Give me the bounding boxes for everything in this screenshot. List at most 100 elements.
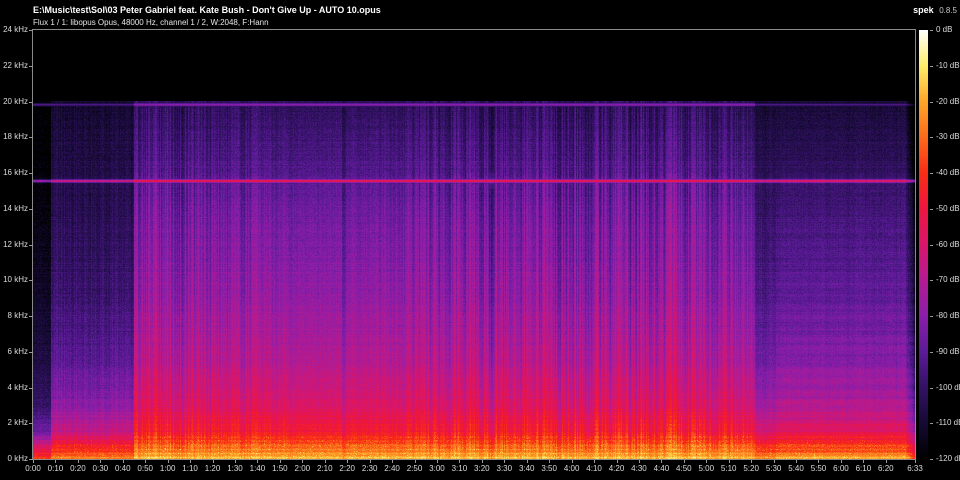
spek-window: E:\Music\test\Sol\03 Peter Gabriel feat.…: [0, 0, 960, 480]
freq-tick-label: 20 kHz: [2, 97, 28, 106]
freq-tick: [29, 137, 33, 138]
time-tick: [774, 460, 775, 463]
time-tick: [549, 460, 550, 463]
app-name: spek: [913, 5, 934, 15]
db-tick: [930, 245, 933, 246]
freq-tick: [29, 352, 33, 353]
time-tick: [796, 460, 797, 463]
db-tick-label: -50 dB: [936, 204, 960, 213]
db-tick-label: -110 dB: [936, 418, 960, 427]
freq-tick: [29, 66, 33, 67]
time-tick: [729, 460, 730, 463]
db-tick-label: -30 dB: [936, 132, 960, 141]
time-tick: [706, 460, 707, 463]
time-tick: [235, 460, 236, 463]
db-tick: [930, 388, 933, 389]
time-tick: [572, 460, 573, 463]
freq-tick: [29, 280, 33, 281]
db-tick-label: 0 dB: [936, 25, 952, 34]
app-version: spek 0.8.5: [913, 5, 957, 15]
db-tick: [930, 423, 933, 424]
time-tick: [123, 460, 124, 463]
db-tick-label: -80 dB: [936, 311, 960, 320]
freq-tick-label: 12 kHz: [2, 240, 28, 249]
db-tick: [930, 209, 933, 210]
freq-tick-label: 6 kHz: [2, 347, 28, 356]
time-tick: [257, 460, 258, 463]
db-tick: [930, 280, 933, 281]
db-tick-label: -10 dB: [936, 61, 960, 70]
app-version-number: 0.8.5: [939, 6, 957, 15]
time-tick: [841, 460, 842, 463]
spectrogram-canvas: [33, 30, 915, 459]
freq-tick-label: 2 kHz: [2, 418, 28, 427]
db-tick: [930, 459, 933, 460]
time-tick-label: 6:33: [900, 464, 930, 473]
freq-tick-label: 24 kHz: [2, 25, 28, 34]
time-tick: [527, 460, 528, 463]
db-tick-label: -20 dB: [936, 97, 960, 106]
time-tick: [482, 460, 483, 463]
time-tick: [325, 460, 326, 463]
db-tick: [930, 173, 933, 174]
freq-tick-label: 16 kHz: [2, 168, 28, 177]
freq-tick: [29, 209, 33, 210]
freq-tick: [29, 423, 33, 424]
stream-info: Flux 1 / 1: libopus Opus, 48000 Hz, chan…: [33, 18, 269, 27]
time-tick: [392, 460, 393, 463]
freq-tick-label: 8 kHz: [2, 311, 28, 320]
freq-tick: [29, 388, 33, 389]
time-tick: [190, 460, 191, 463]
db-tick: [930, 137, 933, 138]
time-tick: [33, 460, 34, 463]
db-tick: [930, 30, 933, 31]
time-tick: [684, 460, 685, 463]
db-colorbar: [919, 30, 928, 459]
freq-tick: [29, 245, 33, 246]
time-tick: [347, 460, 348, 463]
db-tick: [930, 102, 933, 103]
db-tick-label: -40 dB: [936, 168, 960, 177]
db-tick: [930, 352, 933, 353]
time-tick: [617, 460, 618, 463]
db-tick-label: -120 dB: [936, 454, 960, 463]
time-tick: [78, 460, 79, 463]
time-tick: [915, 460, 916, 463]
time-tick: [661, 460, 662, 463]
freq-tick: [29, 102, 33, 103]
freq-tick-label: 10 kHz: [2, 275, 28, 284]
time-tick: [863, 460, 864, 463]
time-tick: [100, 460, 101, 463]
time-tick: [55, 460, 56, 463]
db-tick-label: -100 dB: [936, 383, 960, 392]
time-tick: [302, 460, 303, 463]
file-path-title: E:\Music\test\Sol\03 Peter Gabriel feat.…: [33, 5, 381, 15]
time-tick: [168, 460, 169, 463]
freq-tick-label: 14 kHz: [2, 204, 28, 213]
time-tick: [370, 460, 371, 463]
freq-tick-label: 4 kHz: [2, 383, 28, 392]
freq-tick-label: 22 kHz: [2, 61, 28, 70]
db-tick: [930, 316, 933, 317]
time-tick: [437, 460, 438, 463]
db-tick-label: -60 dB: [936, 240, 960, 249]
time-tick: [213, 460, 214, 463]
freq-tick: [29, 30, 33, 31]
time-tick: [280, 460, 281, 463]
time-tick: [145, 460, 146, 463]
freq-tick: [29, 316, 33, 317]
time-tick: [751, 460, 752, 463]
time-tick: [504, 460, 505, 463]
time-tick: [886, 460, 887, 463]
db-tick-label: -70 dB: [936, 275, 960, 284]
time-tick: [459, 460, 460, 463]
freq-tick: [29, 173, 33, 174]
db-tick: [930, 66, 933, 67]
freq-tick-label: 0 kHz: [2, 454, 28, 463]
time-tick-label: 6:20: [871, 464, 901, 473]
time-tick: [415, 460, 416, 463]
time-tick: [594, 460, 595, 463]
time-tick: [818, 460, 819, 463]
time-tick: [639, 460, 640, 463]
freq-tick-label: 18 kHz: [2, 132, 28, 141]
